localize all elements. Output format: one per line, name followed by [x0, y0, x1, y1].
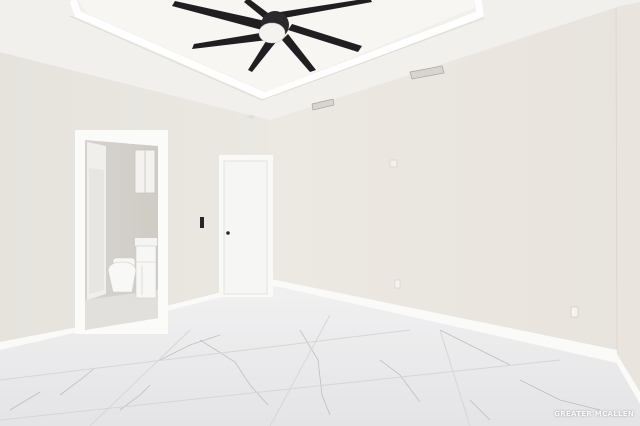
- room-photo: GREATER MCALLEN: [0, 0, 640, 426]
- wall-plate: [389, 159, 398, 168]
- closet-door: [223, 160, 268, 295]
- watermark-logo: GREATER MCALLEN: [554, 410, 634, 418]
- vanity: [135, 238, 157, 299]
- outlet-right: [570, 306, 579, 318]
- outlet-left: [394, 279, 401, 289]
- fan-light: [258, 22, 286, 44]
- recessed-light: [247, 115, 255, 119]
- door-knob: [226, 231, 230, 235]
- light-switch: [200, 217, 204, 228]
- room-illustration: [0, 0, 640, 426]
